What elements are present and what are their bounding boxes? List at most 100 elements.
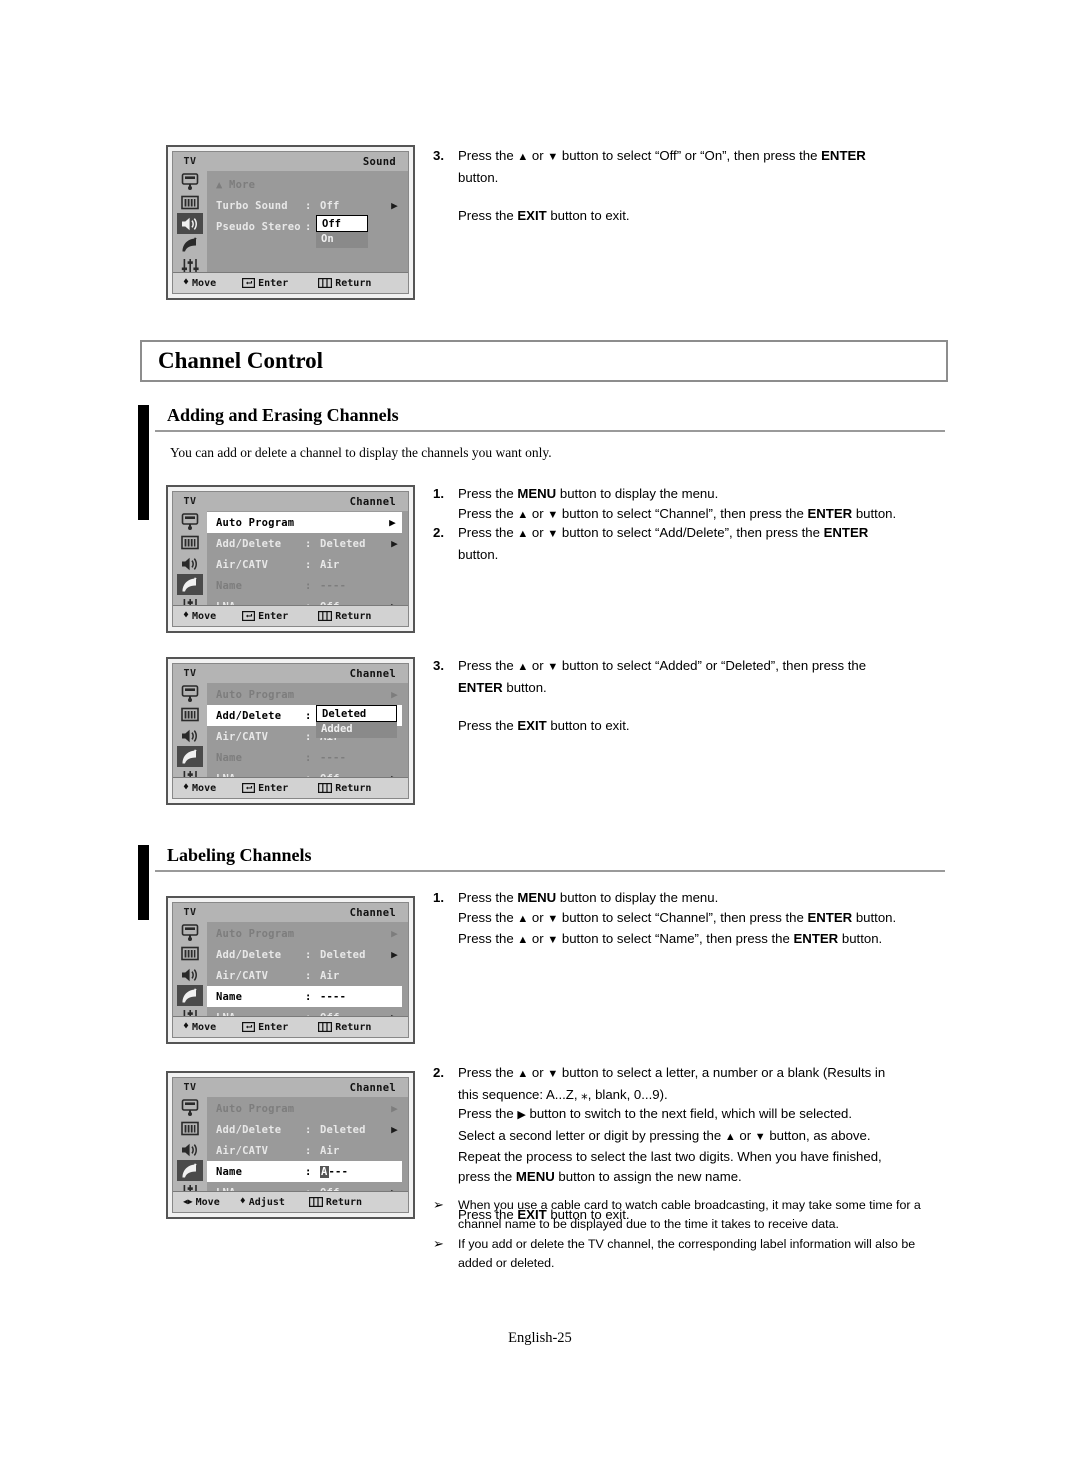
osd-row-turbo-sound[interactable]: Turbo Sound : Off ▶ bbox=[207, 195, 408, 216]
osd-title: Channel bbox=[207, 903, 408, 922]
osd-row-add-delete[interactable]: Add/Delete : Deleted ▶ bbox=[207, 1119, 408, 1140]
footer-move: ♦ Move bbox=[183, 611, 216, 622]
speaker-icon[interactable] bbox=[177, 725, 203, 746]
osd-row-name[interactable]: Name : ---- bbox=[207, 575, 408, 596]
satellite-icon[interactable] bbox=[177, 234, 203, 255]
menu-keyword: MENU bbox=[517, 486, 557, 501]
osd-row-auto-program[interactable]: Auto Program ▶ bbox=[207, 923, 408, 944]
picture-icon[interactable] bbox=[177, 511, 203, 532]
osd-row-list: Auto Program ▶ Add/Delete : Deleted ▶ Ai… bbox=[207, 922, 408, 1031]
bars-icon[interactable] bbox=[177, 704, 203, 725]
row-value: Deleted bbox=[320, 948, 366, 961]
osd-row-add-delete[interactable]: Add/Delete : Deleted ▶ bbox=[207, 533, 408, 554]
row-label: Name bbox=[216, 579, 243, 592]
text-fragment: or bbox=[735, 1127, 755, 1143]
text-line: ENTER button. bbox=[458, 678, 923, 698]
dropdown-option-other[interactable]: On bbox=[316, 232, 368, 248]
speaker-icon[interactable] bbox=[177, 553, 203, 574]
text-line: Press the ▲ or ▼ button to select “Add/D… bbox=[458, 523, 923, 545]
osd-row-more[interactable]: ▲ More bbox=[207, 174, 408, 195]
osd-row-name[interactable]: Name : ---- bbox=[207, 747, 408, 768]
text-fragment: or bbox=[528, 505, 548, 521]
row-colon: : bbox=[305, 199, 312, 212]
speaker-icon[interactable] bbox=[177, 964, 203, 985]
text-line: Press the ▲ or ▼ button to select a lett… bbox=[458, 1063, 943, 1085]
osd-row-air-catv[interactable]: Air/CATV : Air bbox=[207, 554, 408, 575]
row-label: Air/CATV bbox=[216, 969, 269, 982]
right-triangle-icon: ▶ bbox=[517, 1109, 526, 1121]
enter-keyword: ENTER bbox=[823, 525, 869, 540]
row-colon: : bbox=[305, 1165, 312, 1178]
up-triangle-icon: ▲ bbox=[517, 934, 529, 946]
row-label: Auto Program bbox=[216, 688, 295, 701]
footer-enter-label: Enter bbox=[258, 1021, 289, 1033]
chapter-title: Channel Control bbox=[158, 348, 324, 373]
up-triangle-icon: ▲ bbox=[517, 151, 529, 163]
text-line: When you use a cable card to watch cable… bbox=[458, 1198, 921, 1212]
osd-row-pseudo-stereo[interactable]: Pseudo Stereo : bbox=[207, 216, 408, 237]
text-line: button. bbox=[458, 169, 499, 185]
step-add-2: 2. Press the ▲ or ▼ button to select “Ad… bbox=[433, 523, 923, 564]
row-label: Auto Program bbox=[216, 516, 295, 529]
dropdown-option-selected[interactable]: Off bbox=[316, 215, 368, 232]
text-fragment: Press the bbox=[458, 1065, 518, 1080]
text-fragment: button. bbox=[502, 679, 547, 695]
osd-row-auto-program[interactable]: Auto Program ▶ bbox=[207, 684, 408, 705]
speaker-icon[interactable] bbox=[177, 213, 203, 234]
picture-icon[interactable] bbox=[177, 922, 203, 943]
text-fragment: or bbox=[528, 931, 548, 946]
section-accent-bar bbox=[138, 405, 149, 520]
text-fragment: button. bbox=[852, 909, 897, 925]
footer-return: Return bbox=[318, 278, 371, 289]
satellite-icon[interactable] bbox=[177, 574, 203, 595]
bars-icon[interactable] bbox=[177, 943, 203, 964]
step-text: Press the ▲ or ▼ button to select “Added… bbox=[458, 656, 923, 736]
step-text: Press the ▲ or ▼ button to select “Add/D… bbox=[458, 523, 923, 564]
text-fragment: or bbox=[528, 1065, 548, 1080]
bars-icon[interactable] bbox=[177, 532, 203, 553]
pseudo-stereo-dropdown[interactable]: Off On bbox=[316, 215, 368, 248]
osd-row-add-delete[interactable]: Add/Delete : Deleted ▶ bbox=[207, 944, 408, 965]
picture-icon[interactable] bbox=[177, 683, 203, 704]
osd-sidebar-rail: TV bbox=[173, 664, 207, 792]
note-item: ➢ If you add or delete the TV channel, t… bbox=[433, 1235, 943, 1272]
step-add-3: 3. Press the ▲ or ▼ button to select “Ad… bbox=[433, 656, 923, 736]
picture-icon[interactable] bbox=[177, 1097, 203, 1118]
add-delete-dropdown[interactable]: Deleted Added bbox=[316, 705, 397, 738]
down-triangle-icon: ▼ bbox=[547, 151, 559, 163]
osd-row-air-catv[interactable]: Air/CATV : Air bbox=[207, 965, 408, 986]
text-fragment: button, as above. bbox=[765, 1127, 871, 1143]
name-field-value[interactable]: A--- bbox=[320, 1165, 348, 1178]
satellite-icon[interactable] bbox=[177, 1160, 203, 1181]
bars-icon[interactable] bbox=[177, 1118, 203, 1139]
speaker-icon[interactable] bbox=[177, 1139, 203, 1160]
osd-row-name-editing[interactable]: Name : A--- bbox=[207, 1161, 402, 1182]
osd-grid: TV bbox=[173, 492, 408, 620]
picture-icon[interactable] bbox=[177, 171, 203, 192]
step-sound-3: 3. Press the ▲ or ▼ button to select “Of… bbox=[433, 146, 923, 226]
text-line: If you add or delete the TV channel, the… bbox=[458, 1237, 916, 1251]
osd-footer: ◀▶ Move ♦ Adjust Return bbox=[173, 1191, 408, 1212]
footer-move: ♦ Move bbox=[183, 278, 216, 289]
bars-icon[interactable] bbox=[177, 192, 203, 213]
osd-row-auto-program[interactable]: Auto Program ▶ bbox=[207, 1098, 408, 1119]
osd-row-name[interactable]: Name : ---- bbox=[207, 986, 402, 1007]
dropdown-option-selected[interactable]: Deleted bbox=[316, 705, 397, 722]
up-triangle-icon: ▲ bbox=[517, 912, 529, 925]
step-row: 3. Press the ▲ or ▼ button to select “Of… bbox=[433, 146, 923, 226]
footer-enter: Enter bbox=[242, 783, 288, 794]
section-title: Labeling Channels bbox=[167, 845, 312, 865]
tv-label: TV bbox=[173, 903, 207, 922]
dropdown-option-other[interactable]: Added bbox=[316, 722, 397, 738]
step-text: Press the MENU button to display the men… bbox=[458, 888, 943, 951]
satellite-icon[interactable] bbox=[177, 746, 203, 767]
footer-move-label: Move bbox=[192, 610, 217, 622]
up-triangle-icon: ▲ bbox=[517, 508, 529, 521]
osd-grid: TV bbox=[173, 664, 408, 792]
step-row: 3. Press the ▲ or ▼ button to select “Ad… bbox=[433, 656, 923, 736]
osd-row-auto-program[interactable]: Auto Program ▶ bbox=[207, 512, 402, 533]
osd-title: Channel bbox=[207, 1078, 408, 1097]
satellite-icon[interactable] bbox=[177, 985, 203, 1006]
osd-row-air-catv[interactable]: Air/CATV : Air bbox=[207, 1140, 408, 1161]
text-line: Press the MENU button to display the men… bbox=[458, 484, 933, 504]
